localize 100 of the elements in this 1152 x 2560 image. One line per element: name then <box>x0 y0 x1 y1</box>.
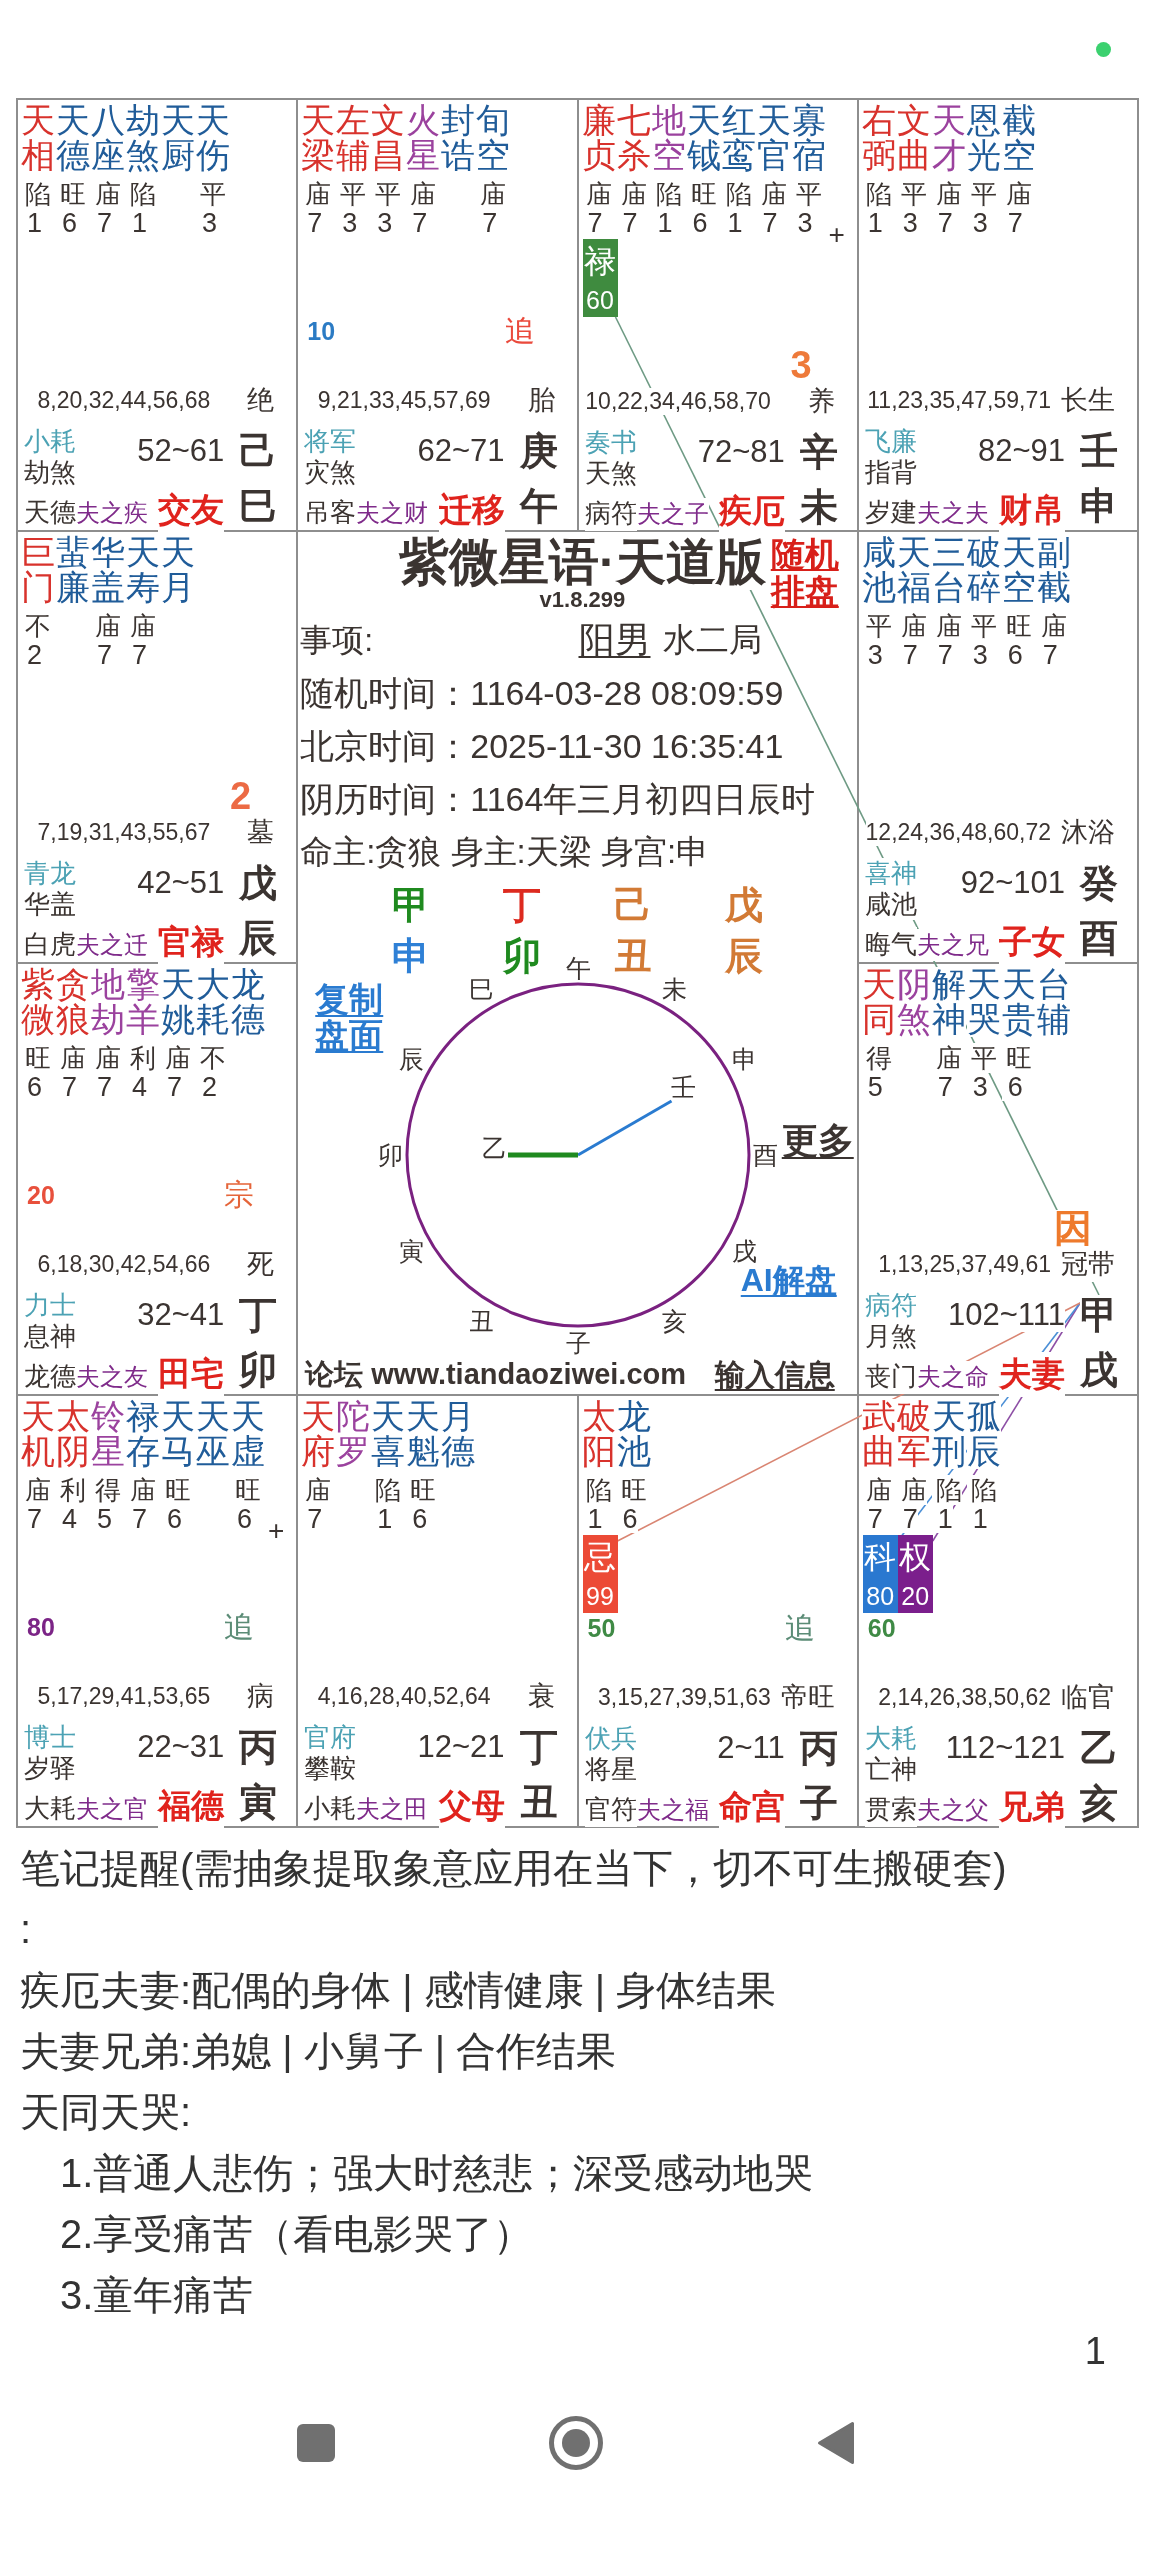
star-name: 地劫 <box>91 967 125 1037</box>
note-line: : <box>20 1907 32 1951</box>
ring-icon[interactable] <box>549 2416 603 2470</box>
star-name: 天相 <box>21 103 55 173</box>
note-line: 1.普通人悲伤；强大时慈悲；深受感动地哭 <box>60 2151 814 2195</box>
note-line: 2.享受痛苦（看电影哭了） <box>60 2212 534 2256</box>
star-name: 铃星 <box>91 1399 125 1469</box>
star-name: 截空 <box>1001 103 1036 173</box>
forum-link[interactable]: 论坛 www.tiandaoziwei.com <box>305 1355 687 1395</box>
indicator-dot-icon <box>1096 41 1111 57</box>
note-line: 疾厄夫妻:配偶的身体 | 感情健康 | 身体结果 <box>20 1968 777 2012</box>
star-name: 咸池 <box>861 535 896 605</box>
star-name: 天机 <box>21 1399 55 1469</box>
star-name: 红鸾 <box>721 103 756 173</box>
sihua-value: 99 <box>586 1581 614 1612</box>
hand-label: 壬 <box>670 1073 696 1101</box>
star-name: 月德 <box>441 1399 476 1469</box>
boshi-star-name: 喜神 <box>864 858 917 889</box>
sihua-value: 80 <box>866 1581 895 1612</box>
star-name: 太阳 <box>581 1399 616 1469</box>
boshi-star-name: 小耗 <box>24 426 76 457</box>
note-line: 3.童年痛苦 <box>60 2273 254 2317</box>
boshi-star-name: 力士 <box>24 1290 76 1321</box>
dial-branch-label: 午 <box>565 955 590 982</box>
app-title: 紫微星语·天道版 <box>399 534 766 590</box>
star-name: 劫煞 <box>126 103 160 173</box>
palace-stem: 丙 <box>239 1727 278 1767</box>
sihua-value: 60 <box>586 285 614 316</box>
jiangqian-star-name: 将星 <box>584 1754 637 1785</box>
random-chart-link[interactable]: 随机排盘 <box>770 536 839 610</box>
dial-branch-label: 未 <box>661 974 687 1003</box>
pillar-branch: 卯 <box>503 934 541 977</box>
input-info-link[interactable]: 输入信息 <box>714 1354 835 1396</box>
star-name: 廉贞 <box>581 103 616 173</box>
star-name: 八座 <box>91 103 125 173</box>
palace-stem: 戊 <box>239 863 278 903</box>
jiangqian-star-name: 指背 <box>864 457 917 488</box>
star-name: 蜚廉 <box>56 535 90 605</box>
star-name: 左辅 <box>336 103 371 173</box>
star-name: 天才 <box>931 103 966 173</box>
star-name: 副截 <box>1036 535 1071 605</box>
note-line: 夫妻兄弟:弟媳 | 小舅子 | 合作结果 <box>20 2029 617 2073</box>
sihua-label: 权 <box>899 1538 932 1577</box>
star-name: 文昌 <box>371 103 406 173</box>
jiangqian-star-name: 灾煞 <box>304 457 357 488</box>
jiangqian-star-name: 亡神 <box>864 1754 917 1785</box>
dial-branch-label: 辰 <box>398 1044 424 1073</box>
star-name: 破碎 <box>966 535 1001 605</box>
palace-branch: 辰 <box>239 918 278 958</box>
star-name: 天虚 <box>231 1399 265 1469</box>
jiangqian-star-name: 岁驿 <box>24 1753 76 1784</box>
hand-label: 乙 <box>481 1134 506 1162</box>
dial-branch-label: 戌 <box>731 1237 757 1266</box>
palace-stem: 庚 <box>519 431 558 471</box>
side-link[interactable]: 更多 <box>781 1121 854 1161</box>
dial-branch-label: 卯 <box>377 1141 403 1169</box>
life-stage: 冠带 <box>1061 1246 1115 1282</box>
square-icon[interactable] <box>297 2424 335 2462</box>
boshi-star-name: 博士 <box>24 1722 76 1753</box>
star-name: 天官 <box>756 103 791 173</box>
age-list: 10,22,34,46,58,70 <box>585 387 771 415</box>
palace-stem: 辛 <box>799 432 838 472</box>
pillar-stem: 戊 <box>725 883 763 926</box>
star-name: 大耗 <box>196 967 230 1037</box>
palace-branch: 寅 <box>239 1782 278 1822</box>
jiangqian-star-name: 华盖 <box>24 889 76 920</box>
star-name: 火星 <box>406 103 441 173</box>
palace-stem: 丙 <box>799 1728 838 1768</box>
star-name: 天喜 <box>371 1399 406 1469</box>
boshi-star-name: 病符 <box>864 1290 917 1321</box>
palace-marker: 因 <box>1054 1210 1092 1246</box>
palace-branch: 卯 <box>239 1350 278 1390</box>
note-line: 笔记提醒(需抽象提取象意应用在当下，切不可生搬硬套) <box>20 1846 1007 1890</box>
boshi-star-name: 官府 <box>304 1722 357 1753</box>
dial-branch-label: 丑 <box>468 1307 494 1336</box>
dial-branch-label: 寅 <box>398 1237 424 1266</box>
boshi-star-name: 飞廉 <box>864 426 917 457</box>
copy-chart-link[interactable]: 复制盘面 <box>315 981 384 1053</box>
dial-branch-label: 子 <box>565 1328 590 1355</box>
relation-label: 夫之兄 <box>916 929 989 961</box>
palace-branch: 午 <box>519 486 558 526</box>
star-name: 天伤 <box>196 103 230 173</box>
star-name: 阴煞 <box>896 967 931 1037</box>
star-name: 紫微 <box>21 967 55 1037</box>
star-name: 天福 <box>896 535 931 605</box>
star-name: 龙池 <box>616 1399 651 1469</box>
star-name: 天贵 <box>1001 967 1036 1037</box>
star-name: 三台 <box>931 535 966 605</box>
triangle-icon[interactable] <box>817 2421 855 2465</box>
star-name: 解神 <box>931 967 966 1037</box>
star-name: 龙德 <box>231 967 265 1037</box>
palace-branch: 亥 <box>1080 1783 1118 1823</box>
star-name: 封诰 <box>441 103 476 173</box>
palace-stem: 癸 <box>1080 863 1118 903</box>
star-name: 贪狼 <box>56 967 90 1037</box>
star-name: 旬空 <box>476 103 511 173</box>
palace-branch: 酉 <box>1080 918 1118 958</box>
star-name: 天哭 <box>966 967 1001 1037</box>
palace-branch: 子 <box>799 1783 838 1823</box>
star-name: 天姚 <box>161 967 195 1037</box>
